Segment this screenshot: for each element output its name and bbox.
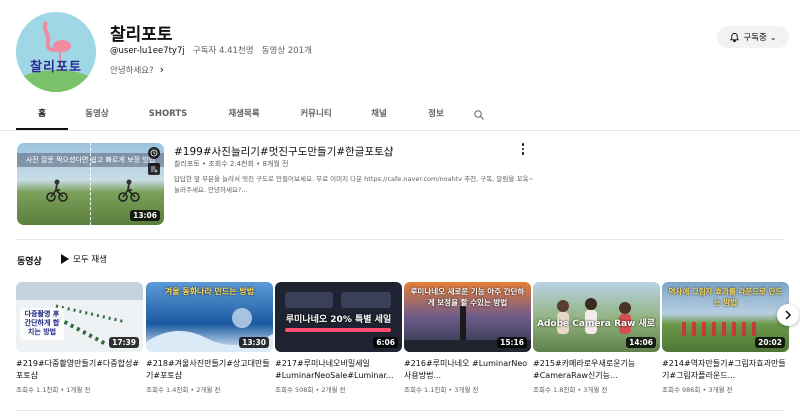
video-card[interactable]: 루미나네오 20% 특별 세일 6:06 #217#루미나네오비밀세일#Lumi… — [275, 282, 402, 394]
flamingo-illustration — [16, 12, 96, 92]
featured-video-title[interactable]: #199#사진늘리기#멋진구도만들기#한글포토샵 — [174, 144, 393, 159]
featured-video-thumbnail[interactable]: 사진 잘못 찍으셨다면 쉽고 빠르게 보정 방법 13:06 — [17, 143, 164, 225]
tabs-divider — [0, 130, 800, 131]
video-title[interactable]: #215#카메라로우새로운기능 #CameraRaw신기능... — [533, 358, 660, 382]
featured-video-meta: 찰리포토 • 조회수 2.4천회 • 8개월 전 — [174, 160, 289, 168]
video-thumbnail[interactable]: 겨울 동화나라 만드는 방법 13:30 — [146, 282, 273, 352]
video-thumbnail[interactable]: 다중촬영 후 간단하게 합치는 방법 17:39 — [16, 282, 143, 352]
video-duration: 6:06 — [373, 337, 398, 348]
channel-tabs: 홈 동영상 SHORTS 재생목록 커뮤니티 채널 정보 — [16, 100, 490, 130]
video-title[interactable]: #216#루미나네오 #LuminarNeo사용방법... — [404, 358, 531, 382]
tab-channels[interactable]: 채널 — [354, 100, 404, 130]
tab-videos[interactable]: 동영상 — [68, 100, 126, 130]
channel-description[interactable]: 안녕하세요? › — [110, 63, 164, 76]
avatar-logo-text: 찰리포토 — [30, 60, 82, 75]
video-meta: 조회수 986회 • 3개월 전 — [662, 386, 733, 394]
bell-icon — [729, 32, 740, 43]
channel-name: 찰리포토 — [110, 25, 173, 45]
video-meta: 조회수 1.1천회 • 1개월 전 — [16, 386, 91, 394]
play-icon — [61, 254, 69, 264]
subscriber-count: 구독자 4.41천명 — [192, 46, 254, 56]
video-count: 동영상 201개 — [261, 46, 312, 56]
search-icon[interactable] — [468, 100, 490, 130]
chevron-right-icon — [785, 310, 792, 320]
video-card[interactable]: 겨울 동화나라 만드는 방법 13:30 #218#겨울사진만들기#상고대만들기… — [146, 282, 273, 394]
tab-playlists[interactable]: 재생목록 — [210, 100, 278, 130]
video-meta: 조회수 1.4천회 • 2개월 전 — [146, 386, 221, 394]
tab-shorts[interactable]: SHORTS — [126, 100, 210, 130]
chevron-right-icon: › — [159, 63, 165, 76]
video-card[interactable]: 역사에 그림자 효과를 라운드로 만드는 방법 20:02 #214#역자만들기… — [662, 282, 789, 394]
thumb-caption: Adobe Camera Raw 새로운 기능 — [537, 319, 656, 329]
thumbnail-split-line — [90, 143, 91, 225]
video-duration: 15:16 — [497, 337, 527, 348]
video-duration: 17:39 — [109, 337, 139, 348]
video-duration: 20:02 — [755, 337, 785, 348]
play-all-button[interactable]: 모두 재생 — [60, 253, 107, 265]
more-options-icon[interactable] — [518, 142, 528, 156]
video-thumbnail[interactable]: 역사에 그림자 효과를 라운드로 만드는 방법 20:02 — [662, 282, 789, 352]
video-thumbnail[interactable]: 루미나네오 새로운 기능 아주 간단하게 보정을 할 수있는 방법 15:16 — [404, 282, 531, 352]
thumb-caption: 다중촬영 후 간단하게 합치는 방법 — [24, 310, 60, 336]
video-title[interactable]: #214#역자만들기#그림자효과만들기#그림자플라운드... — [662, 358, 789, 382]
cyclist-illustration — [46, 179, 68, 202]
video-card[interactable]: 다중촬영 후 간단하게 합치는 방법 17:39 #219#다중촬영만들기#다중… — [16, 282, 143, 394]
thumb-caption: 역사에 그림자 효과를 라운드로 만드는 방법 — [668, 287, 783, 307]
subscribe-label: 구독중 — [743, 33, 767, 43]
video-thumbnail[interactable]: 루미나네오 20% 특별 세일 6:06 — [275, 282, 402, 352]
shelf-title[interactable]: 동영상 — [17, 254, 42, 267]
subscribe-button[interactable]: 구독중 ⌄ — [717, 26, 789, 48]
play-all-label: 모두 재생 — [73, 255, 107, 265]
video-meta: 조회수 1.1천회 • 3개월 전 — [404, 386, 479, 394]
video-title[interactable]: #217#루미나네오비밀세일#LuminarNeoSale#Luminar... — [275, 358, 402, 382]
section-divider — [16, 410, 784, 411]
tab-about[interactable]: 정보 — [404, 100, 468, 130]
chevron-down-icon: ⌄ — [769, 32, 777, 42]
section-divider — [16, 239, 784, 240]
channel-stats: @user-lu1ee7ty7j 구독자 4.41천명 동영상 201개 — [110, 44, 312, 56]
tab-community[interactable]: 커뮤니티 — [278, 100, 354, 130]
video-meta: 조회수 508회 • 2개월 전 — [275, 386, 346, 394]
thumb-caption: 루미나네오 20% 특별 세일 — [285, 315, 392, 325]
cyclist-illustration — [118, 179, 140, 202]
featured-video-description: 답답한 앞 부분을 늘려서 멋진 구도로 만들어보세요. 무료 이미지 다운 h… — [174, 175, 534, 194]
channel-description-text: 안녕하세요? — [110, 65, 154, 76]
thumb-caption: 겨울 동화나라 만드는 방법 — [164, 287, 255, 296]
watch-later-icon[interactable] — [148, 147, 160, 159]
video-duration: 14:06 — [626, 337, 656, 348]
video-card[interactable]: Adobe Camera Raw 새로운 기능 14:06 #215#카메라로우… — [533, 282, 660, 394]
video-title[interactable]: #219#다중촬영만들기#다중합성#포토샵 — [16, 358, 143, 382]
video-thumbnail[interactable]: Adobe Camera Raw 새로운 기능 14:06 — [533, 282, 660, 352]
channel-avatar: 찰리포토 — [16, 12, 96, 92]
thumb-caption: 루미나네오 새로운 기능 아주 간단하게 보정을 할 수있는 방법 — [410, 287, 525, 307]
tab-home[interactable]: 홈 — [16, 100, 68, 130]
channel-handle: @user-lu1ee7ty7j — [110, 46, 185, 56]
video-card[interactable]: 루미나네오 새로운 기능 아주 간단하게 보정을 할 수있는 방법 15:16 … — [404, 282, 531, 394]
add-to-queue-icon[interactable] — [148, 163, 160, 175]
video-duration: 13:06 — [130, 210, 160, 221]
video-title[interactable]: #218#겨울사진만들기#상고대만들기#포토샵 — [146, 358, 273, 382]
video-duration: 13:30 — [239, 337, 269, 348]
shelf-next-button[interactable] — [777, 304, 799, 326]
video-meta: 조회수 1.8천회 • 3개월 전 — [533, 386, 608, 394]
